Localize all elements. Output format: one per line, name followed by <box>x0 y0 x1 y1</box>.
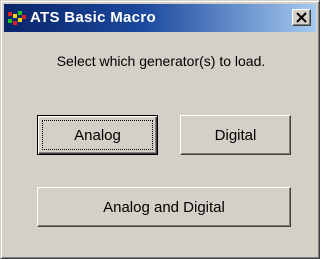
window-title: ATS Basic Macro <box>30 9 156 26</box>
dialog-window: ATS Basic Macro Select which generator(s… <box>0 0 320 259</box>
prompt-text: Select which generator(s) to load. <box>56 53 266 69</box>
close-button[interactable] <box>292 9 311 26</box>
analog-button-label: Analog <box>74 126 121 144</box>
title-bar[interactable]: ATS Basic Macro <box>4 4 316 32</box>
analog-and-digital-button-label: Analog and Digital <box>103 198 225 216</box>
ats-app-icon <box>8 10 26 26</box>
digital-button-label: Digital <box>214 126 257 144</box>
analog-and-digital-button[interactable]: Analog and Digital <box>37 187 291 227</box>
analog-button[interactable]: Analog <box>37 115 158 155</box>
digital-button[interactable]: Digital <box>180 115 291 155</box>
close-x-icon <box>296 12 307 23</box>
